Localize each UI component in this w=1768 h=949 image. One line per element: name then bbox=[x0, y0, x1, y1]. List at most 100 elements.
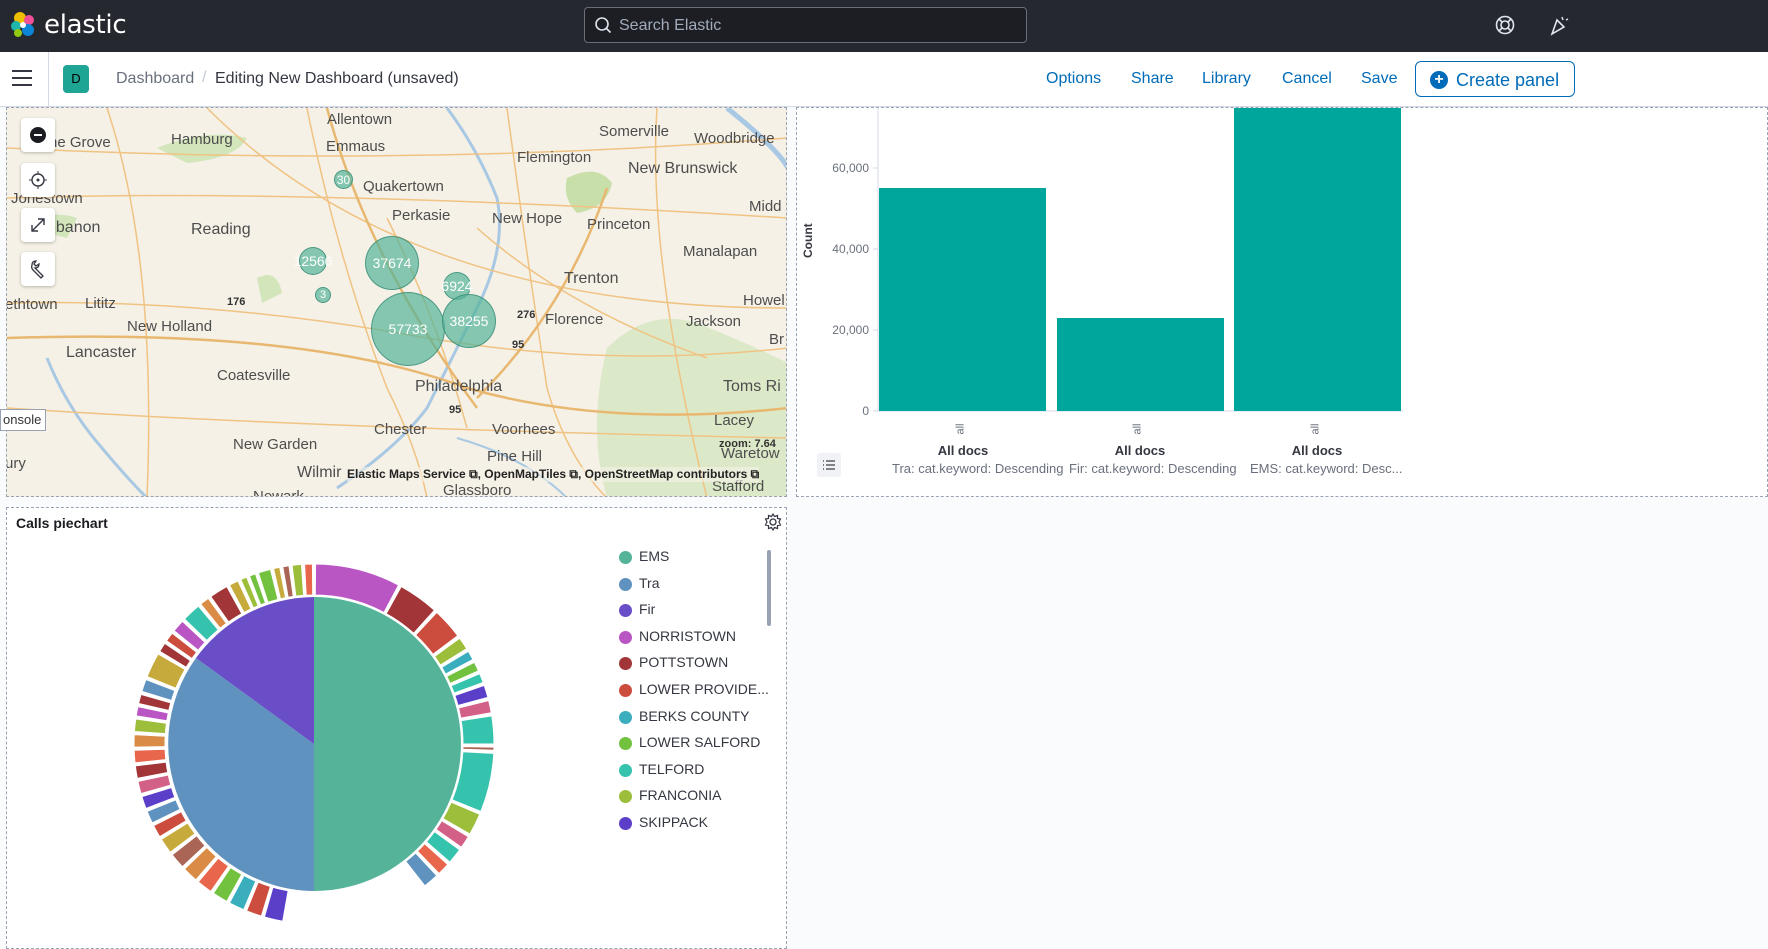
map-label: Glassboro bbox=[443, 482, 512, 497]
x-category-label: All docs bbox=[1291, 443, 1343, 458]
pie-ring-slice[interactable] bbox=[133, 748, 167, 764]
map-label: New Garden bbox=[233, 436, 318, 453]
search-placeholder: Search Elastic bbox=[619, 17, 722, 34]
x-category-label: All docs bbox=[937, 443, 989, 458]
list-icon bbox=[823, 460, 835, 470]
options-link[interactable]: Options bbox=[1046, 70, 1101, 88]
y-tick: 40,000 bbox=[832, 242, 869, 256]
map-label: ethtown bbox=[6, 296, 58, 313]
zoom-out-button[interactable] bbox=[21, 118, 55, 152]
map-label: Wilmir bbox=[297, 464, 342, 481]
y-tick: 0 bbox=[862, 404, 869, 418]
map-label: Howel bbox=[743, 292, 785, 309]
map-label: Lititz bbox=[85, 295, 116, 312]
x-tick: all bbox=[1131, 423, 1144, 435]
map-label: Quakertown bbox=[363, 178, 444, 195]
map-label: Coatesville bbox=[217, 367, 291, 384]
pie-ring-slice[interactable] bbox=[460, 715, 495, 745]
dashboard-toolbar: D Dashboard / Editing New Dashboard (uns… bbox=[0, 52, 1768, 107]
x-tick: all bbox=[954, 423, 967, 435]
map-label: Manalapan bbox=[683, 243, 758, 260]
map-label: Jackson bbox=[686, 313, 742, 330]
map-label: Philadelphia bbox=[415, 378, 503, 395]
bar-chart-panel[interactable]: Count 60,000 40,000 20,000 0 all all all… bbox=[796, 107, 1768, 497]
map-label: Voorhees bbox=[492, 421, 556, 438]
map-label: ury bbox=[6, 455, 26, 472]
y-tick: 60,000 bbox=[832, 161, 869, 175]
bar-mark[interactable] bbox=[879, 188, 1046, 411]
map-label: Somerville bbox=[599, 123, 670, 140]
x-category-sublabel: EMS: cat.keyword: Desc... bbox=[1250, 461, 1403, 476]
map-label: Midd bbox=[749, 198, 782, 215]
road-label: 95 bbox=[512, 339, 525, 351]
map-label: Allentown bbox=[327, 111, 393, 128]
map-label: Hamburg bbox=[171, 131, 233, 148]
y-tick: 20,000 bbox=[832, 323, 869, 337]
map-label: Br bbox=[769, 331, 784, 348]
global-search-input[interactable]: Search Elastic bbox=[584, 7, 1027, 43]
cancel-link[interactable]: Cancel bbox=[1282, 70, 1332, 88]
x-category-label: All docs bbox=[1114, 443, 1166, 458]
locate-button[interactable] bbox=[21, 163, 55, 197]
map-label: ebanon bbox=[47, 219, 101, 236]
road-label: 95 bbox=[449, 404, 462, 416]
fullscreen-button[interactable] bbox=[21, 208, 55, 242]
map-label: Woodbridge bbox=[694, 130, 775, 147]
bar-mark[interactable] bbox=[1234, 108, 1401, 411]
road-label: 276 bbox=[517, 309, 536, 321]
map-label: New Hope bbox=[492, 210, 563, 227]
breadcrumb-dashboard[interactable]: Dashboard bbox=[116, 70, 194, 88]
map-label: Lancaster bbox=[66, 344, 137, 361]
search-icon bbox=[595, 17, 612, 34]
legend-scrollbar[interactable] bbox=[767, 550, 771, 626]
pie-ring-slice[interactable] bbox=[462, 746, 495, 751]
crosshair-icon bbox=[29, 171, 47, 189]
gear-icon[interactable] bbox=[763, 512, 783, 532]
expand-icon bbox=[31, 218, 45, 232]
map-attribution[interactable]: Elastic Maps Service ⧉, OpenMapTiles ⧉, … bbox=[347, 467, 760, 482]
wrench-icon bbox=[31, 260, 44, 279]
tools-button[interactable] bbox=[21, 252, 55, 286]
x-category-sublabel: Fir: cat.keyword: Descending bbox=[1069, 461, 1237, 476]
map-label: Princeton bbox=[587, 216, 651, 233]
map-label: Lacey bbox=[714, 412, 755, 429]
map-cluster[interactable]: 37674 bbox=[365, 236, 419, 290]
console-tab[interactable]: onsole bbox=[0, 409, 46, 431]
map-cluster[interactable]: 3 bbox=[315, 287, 331, 303]
map-cluster[interactable]: 12566 bbox=[294, 247, 332, 275]
hamburger-menu-button[interactable] bbox=[12, 70, 34, 88]
map-label: New Brunswick bbox=[628, 160, 738, 177]
newsfeed-icon[interactable] bbox=[1548, 14, 1570, 36]
pie-chart-panel[interactable]: Calls piechart EMS Tra Fir NORRISTOWN PO… bbox=[6, 507, 787, 949]
map-panel[interactable]: Allentown Somerville Woodbridge he Grove… bbox=[6, 107, 787, 497]
map-cluster[interactable]: 38255 bbox=[442, 294, 496, 348]
bar-mark[interactable] bbox=[1057, 317, 1224, 411]
breadcrumb-separator: / bbox=[202, 69, 207, 86]
pie-ring-slice[interactable] bbox=[133, 734, 166, 748]
map-cluster[interactable]: 57733 bbox=[371, 292, 445, 366]
pie-chart[interactable] bbox=[7, 508, 607, 949]
map-label: Perkasie bbox=[392, 207, 451, 224]
map-label: Toms Ri bbox=[723, 378, 781, 395]
pie-ring-slice[interactable] bbox=[133, 718, 168, 735]
library-link[interactable]: Library bbox=[1202, 70, 1251, 88]
map-label: Reading bbox=[191, 221, 251, 238]
space-avatar[interactable]: D bbox=[63, 65, 89, 93]
create-panel-label: Create panel bbox=[1456, 70, 1560, 90]
road-label: 176 bbox=[227, 296, 246, 308]
save-link[interactable]: Save bbox=[1361, 70, 1397, 88]
legend-toggle-button[interactable] bbox=[817, 453, 841, 477]
pie-ring-slice[interactable] bbox=[304, 563, 314, 596]
divider bbox=[48, 52, 49, 107]
help-icon[interactable] bbox=[1494, 14, 1516, 36]
map-label: Flemington bbox=[517, 149, 592, 166]
create-panel-button[interactable]: + Create panel bbox=[1415, 61, 1575, 97]
brand-name: elastic bbox=[44, 10, 127, 40]
zoom-level: zoom: 7.64 bbox=[719, 438, 776, 450]
x-tick: all bbox=[1309, 423, 1322, 435]
elastic-logo-icon bbox=[11, 12, 34, 37]
map-cluster[interactable]: 30 bbox=[334, 170, 353, 189]
pie-ring-slice[interactable] bbox=[291, 563, 305, 597]
share-link[interactable]: Share bbox=[1131, 70, 1174, 88]
elastic-logo[interactable]: elastic bbox=[10, 10, 127, 40]
